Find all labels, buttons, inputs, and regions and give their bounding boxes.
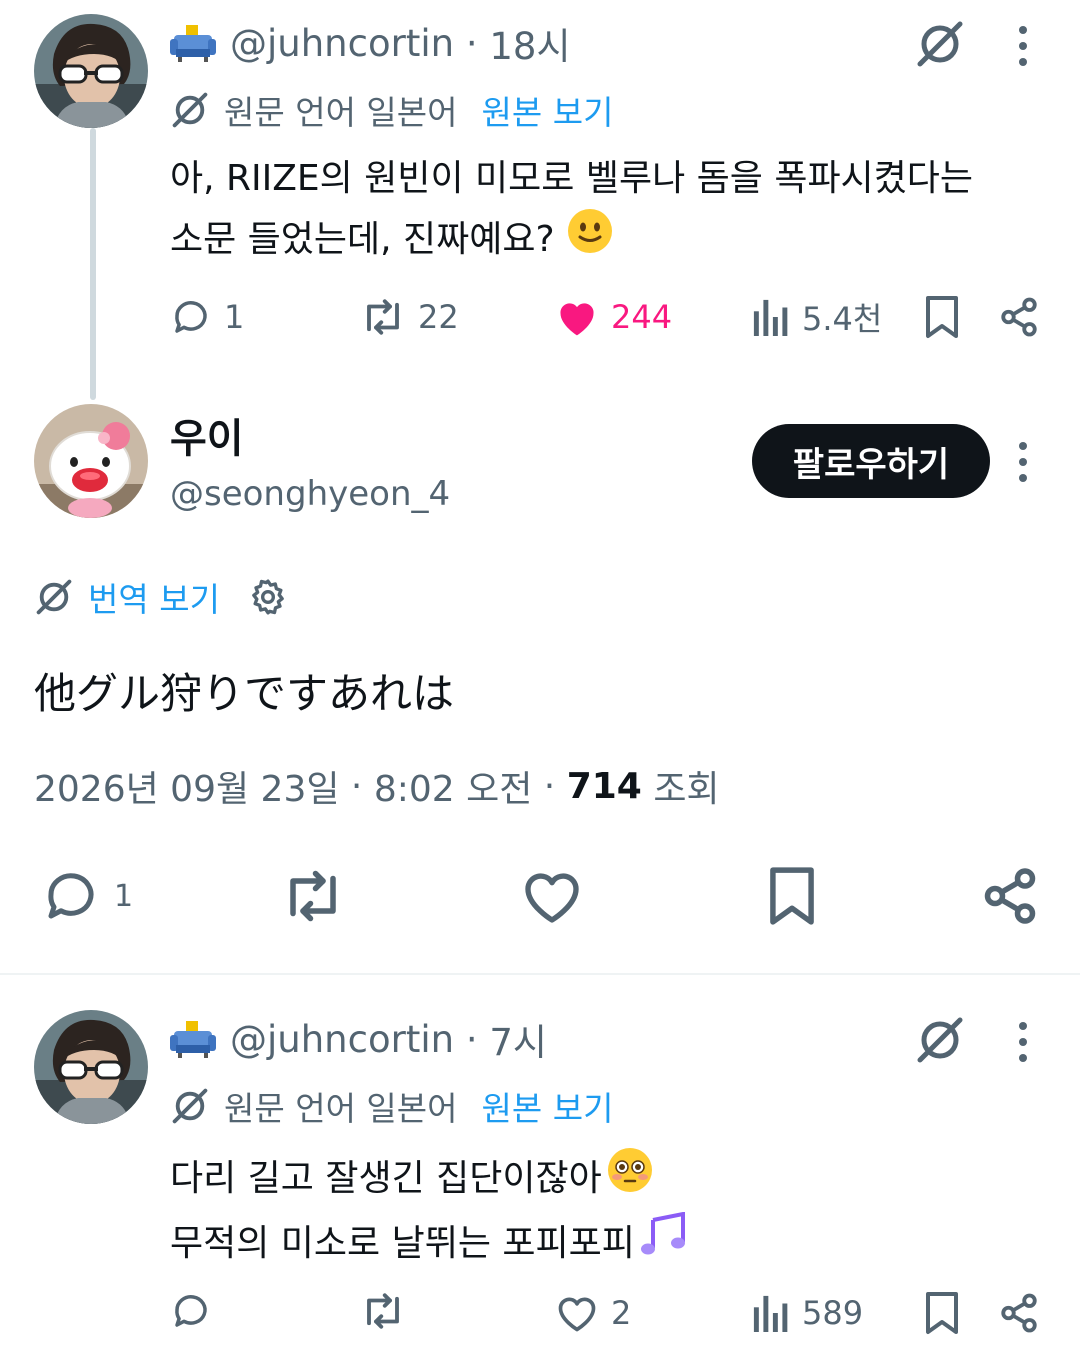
sofa-icon [170,23,216,63]
reply2-translate-note: 원문 언어 일본어 [224,1089,458,1128]
reply2-translate-row: 원문 언어 일본어 원본 보기 [170,1082,613,1130]
main-more-icon[interactable] [1018,442,1028,482]
reply1-like-button[interactable]: 244 [555,294,672,340]
reply1-time[interactable]: 18시 [489,16,570,70]
reply1-views-button[interactable]: 5.4천 [752,294,882,340]
reply2-handle[interactable]: @juhncortin [230,1018,454,1061]
translate-icon [170,90,210,130]
reply2-header: @juhncortin · 7시 [170,1014,547,1064]
main-display-name[interactable]: 우이 [170,406,244,464]
main-like-icon[interactable] [520,866,584,930]
reply1-share-icon[interactable] [998,296,1040,342]
reply2-retweet-icon[interactable] [360,1290,406,1336]
main-tweet-text: 他グル狩りですあれは [34,669,455,718]
reply2-show-original-link[interactable]: 원본 보기 [482,1082,614,1130]
avatar-juhncortin[interactable] [34,14,148,128]
reply2-share-icon[interactable] [998,1292,1040,1338]
main-retweet-icon[interactable] [278,866,348,930]
reply1-translate-row: 원문 언어 일본어 원본 보기 [170,86,613,134]
slight-smile-emoji [567,208,613,272]
heart-icon [558,1297,596,1332]
reply2-text: 다리 길고 잘생긴 집단이잖아 무적의 미소로 날뛰는 포피포피 [170,1146,1050,1276]
heart-filled-icon [560,303,594,336]
main-reply-button[interactable]: 1 [40,866,133,926]
views-chart-icon [753,1295,788,1332]
reply2-like-button[interactable]: 2 [555,1290,631,1336]
grok-translate-icon[interactable] [914,1014,966,1070]
translate-icon [34,577,74,617]
reply1-reply-button[interactable]: 1 [170,294,244,340]
main-handle[interactable]: @seonghyeon_4 [170,474,450,514]
reply1-translate-note: 원문 언어 일본어 [224,93,458,132]
reply2-more-icon[interactable] [1018,1022,1028,1062]
divider [0,973,1080,975]
avatar-seonghyeon[interactable] [34,404,148,518]
reply-icon [48,873,94,919]
main-view-count: 714 [566,765,642,807]
reply1-bookmark-icon[interactable] [922,295,962,343]
sofa-icon [170,1019,216,1059]
main-share-icon[interactable] [980,866,1040,930]
main-bookmark-icon[interactable] [764,866,820,930]
reply2-reply-icon[interactable] [170,1290,212,1336]
reply2-views-button[interactable]: 589 [752,1290,863,1336]
reply2-time[interactable]: 7시 [489,1012,547,1066]
reply2-bookmark-icon[interactable] [922,1291,962,1339]
main-date[interactable]: 2026년 09월 23일 [34,760,339,812]
reply1-text: 아, RIIZE의 원빈이 미모로 벨루나 돔을 폭파시켰다는 소문 들었는데,… [170,150,1050,272]
reply1-retweet-button[interactable]: 22 [360,294,459,340]
gear-icon[interactable] [248,577,288,617]
music-notes-emoji [639,1211,689,1276]
flushed-face-emoji [606,1146,654,1212]
thread-connector [90,128,96,400]
follow-button[interactable]: 팔로우하기 [752,424,990,498]
translate-icon [170,1086,210,1126]
reply1-more-icon[interactable] [1018,26,1028,66]
main-translate-row: 번역 보기 [34,574,288,620]
grok-translate-icon[interactable] [914,18,966,74]
translate-link[interactable]: 번역 보기 [88,573,220,621]
reply1-handle[interactable]: @juhncortin [230,22,454,65]
views-chart-icon [753,299,788,336]
main-timestamp-row: 2026년 09월 23일 · 8:02 오전 · 714 조회 [34,760,720,812]
retweet-icon [367,299,399,335]
main-time[interactable]: 8:02 오전 [374,760,533,812]
reply1-show-original-link[interactable]: 원본 보기 [482,86,614,134]
reply1-header: @juhncortin · 18시 [170,18,570,68]
main-view-label: 조회 [653,769,720,810]
avatar-juhncortin[interactable] [34,1010,148,1124]
